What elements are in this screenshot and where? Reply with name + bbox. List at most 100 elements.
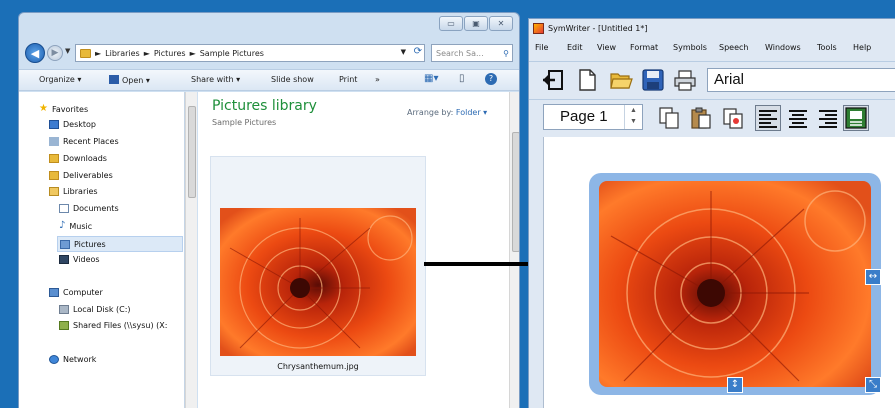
resize-height-handle-icon[interactable]: ↕ bbox=[727, 377, 743, 393]
nav-item-favorites[interactable]: ★ Favorites bbox=[39, 104, 88, 114]
page-selector[interactable]: Page 1 ▲ ▼ bbox=[543, 104, 643, 130]
menu-symbols[interactable]: Symbols bbox=[673, 43, 707, 52]
nav-item-computer[interactable]: Computer bbox=[49, 288, 103, 297]
library-title: Pictures library bbox=[212, 98, 317, 114]
music-note-icon: ♪ bbox=[59, 220, 66, 231]
menu-edit[interactable]: Edit bbox=[567, 43, 583, 52]
command-bar: Organize ▾ Open ▾ Share with ▾ Slide sho… bbox=[19, 69, 519, 91]
address-separator: ► bbox=[95, 48, 102, 58]
picture-frame[interactable]: ↔ ↕ ⤡ bbox=[589, 173, 881, 395]
nav-item-shared-files[interactable]: Shared Files (\\sysu) (X: bbox=[59, 321, 167, 330]
close-icon[interactable]: ✕ bbox=[489, 16, 513, 31]
font-name-field[interactable]: Arial bbox=[707, 68, 895, 92]
documents-icon bbox=[59, 204, 69, 213]
align-right-button[interactable] bbox=[815, 105, 841, 131]
preview-pane-icon[interactable]: ▯ bbox=[459, 73, 465, 84]
minimize-icon[interactable]: ▭ bbox=[439, 16, 463, 31]
nav-scrollbar-thumb[interactable] bbox=[188, 106, 196, 198]
address-dropdown-icon[interactable]: ▼ bbox=[401, 48, 406, 56]
pictures-icon bbox=[60, 239, 70, 249]
resize-corner-handle-icon[interactable]: ⤡ bbox=[865, 377, 881, 393]
open-folder-icon[interactable] bbox=[609, 68, 633, 92]
nav-item-recent-places[interactable]: Recent Places bbox=[49, 137, 119, 146]
nav-item-desktop[interactable]: Desktop bbox=[49, 120, 96, 129]
align-left-icon bbox=[759, 110, 777, 128]
menu-view[interactable]: View bbox=[597, 43, 616, 52]
menu-speech[interactable]: Speech bbox=[719, 43, 748, 52]
exit-icon[interactable] bbox=[541, 68, 565, 92]
search-placeholder: Search Sa... bbox=[436, 48, 484, 58]
print-button[interactable]: Print bbox=[339, 75, 357, 84]
nav-item-pictures[interactable]: Pictures bbox=[57, 236, 183, 252]
libraries-icon bbox=[49, 187, 59, 196]
more-commands-button[interactable]: » bbox=[375, 75, 380, 84]
nav-label: Documents bbox=[73, 204, 119, 213]
menu-windows[interactable]: Windows bbox=[765, 43, 801, 52]
align-center-button[interactable] bbox=[785, 105, 811, 131]
nav-item-network[interactable]: Network bbox=[49, 355, 96, 364]
align-left-button[interactable] bbox=[755, 105, 781, 131]
page-spinner-icon[interactable]: ▲ ▼ bbox=[624, 105, 642, 129]
library-subtitle: Sample Pictures bbox=[212, 118, 277, 127]
align-right-icon bbox=[819, 110, 837, 128]
nav-label: Favorites bbox=[51, 104, 89, 114]
share-with-button[interactable]: Share with ▾ bbox=[191, 75, 240, 84]
forward-arrow-icon[interactable]: ▶ bbox=[47, 45, 63, 61]
nav-item-deliverables[interactable]: Deliverables bbox=[49, 171, 113, 180]
breadcrumb-pictures[interactable]: Pictures bbox=[154, 49, 186, 58]
help-button[interactable]: ? bbox=[485, 73, 497, 85]
document-area[interactable]: ↔ ↕ ⤡ bbox=[543, 137, 895, 408]
paste-special-icon[interactable] bbox=[721, 106, 745, 130]
nav-scrollbar[interactable] bbox=[185, 92, 197, 408]
address-separator: ► bbox=[143, 48, 150, 58]
arrange-label: Arrange by: bbox=[407, 108, 454, 117]
menu-file[interactable]: File bbox=[535, 43, 548, 52]
search-input[interactable]: Search Sa... ⚲ bbox=[431, 44, 513, 62]
recent-pages-chevron-icon[interactable]: ▼ bbox=[65, 47, 70, 55]
copy-icon[interactable] bbox=[657, 106, 681, 130]
chrysanthemum-image[interactable] bbox=[599, 181, 871, 387]
menu-format[interactable]: Format bbox=[630, 43, 658, 52]
content-scrollbar-thumb[interactable] bbox=[512, 132, 519, 252]
file-thumbnail-tile[interactable]: Chrysanthemum.jpg bbox=[210, 156, 426, 376]
nav-label: Libraries bbox=[63, 187, 98, 196]
back-arrow-icon[interactable]: ◀ bbox=[25, 43, 45, 63]
new-document-icon[interactable] bbox=[575, 68, 599, 92]
nav-item-downloads[interactable]: Downloads bbox=[49, 154, 107, 163]
open-app-icon bbox=[109, 75, 119, 84]
organize-button[interactable]: Organize ▾ bbox=[39, 75, 81, 84]
nav-item-local-disk[interactable]: Local Disk (C:) bbox=[59, 305, 131, 314]
slide-show-button[interactable]: Slide show bbox=[271, 75, 314, 84]
change-view-icon[interactable]: ▦▾ bbox=[424, 73, 438, 84]
align-center-icon bbox=[789, 110, 807, 128]
save-icon[interactable] bbox=[641, 68, 665, 92]
nav-item-videos[interactable]: Videos bbox=[59, 255, 100, 264]
nav-label: Videos bbox=[73, 255, 100, 264]
breadcrumb-sample-pictures[interactable]: Sample Pictures bbox=[200, 49, 264, 58]
nav-item-documents[interactable]: Documents bbox=[59, 204, 119, 213]
print-icon[interactable] bbox=[673, 68, 697, 92]
address-bar[interactable]: ► Libraries ► Pictures ► Sample Pictures… bbox=[75, 44, 425, 62]
downloads-folder-icon bbox=[49, 154, 59, 163]
thumbnail-filename: Chrysanthemum.jpg bbox=[277, 362, 359, 371]
nav-item-libraries[interactable]: Libraries bbox=[49, 187, 98, 196]
paste-icon[interactable] bbox=[689, 106, 713, 130]
nav-item-music[interactable]: ♪ Music bbox=[59, 221, 92, 231]
breadcrumb-libraries[interactable]: Libraries bbox=[105, 49, 140, 58]
resize-width-handle-icon[interactable]: ↔ bbox=[865, 269, 881, 285]
maximize-icon[interactable]: ▣ bbox=[464, 16, 488, 31]
menu-tools[interactable]: Tools bbox=[817, 43, 837, 52]
nav-label: Desktop bbox=[63, 120, 96, 129]
network-icon bbox=[49, 355, 59, 364]
nav-label: Local Disk (C:) bbox=[73, 305, 131, 314]
refresh-icon[interactable]: ⟳ bbox=[414, 46, 422, 57]
menu-help[interactable]: Help bbox=[853, 43, 871, 52]
navigation-pane: ★ Favorites Desktop Recent Places Downloa… bbox=[19, 92, 185, 408]
desktop-icon bbox=[49, 120, 59, 129]
arrange-by-dropdown[interactable]: Folder ▾ bbox=[456, 108, 487, 117]
nav-label: Pictures bbox=[74, 239, 106, 249]
open-button[interactable]: Open ▾ bbox=[109, 75, 150, 85]
nav-label: Recent Places bbox=[63, 137, 119, 146]
chrysanthemum-thumbnail bbox=[220, 208, 416, 356]
frame-tool-button[interactable] bbox=[843, 105, 869, 131]
